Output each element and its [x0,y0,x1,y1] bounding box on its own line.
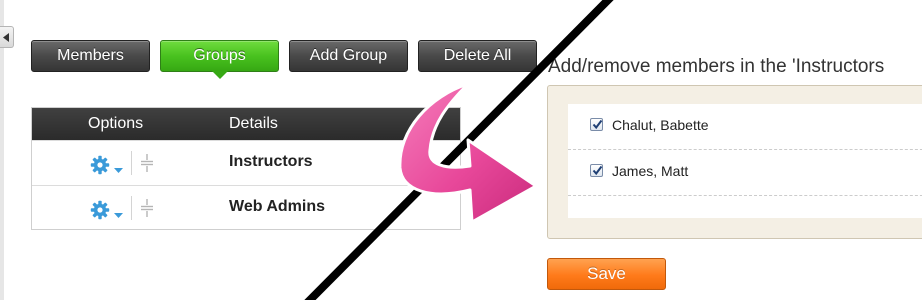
group-name: Web Admins [229,198,326,215]
member-checkbox[interactable] [590,164,603,177]
options-column-header: Options [88,115,144,132]
group-name: Instructors [229,153,313,170]
divider [131,196,132,220]
member-checkbox[interactable] [590,118,603,131]
members-panel: Chalut, Babette James, Matt [547,85,922,239]
table-header: Options Details [32,108,460,140]
chevron-down-icon[interactable] [114,161,123,179]
table-row[interactable]: Instructors [32,140,460,185]
table-row[interactable]: Web Admins [32,185,460,230]
groups-table: Options Details Instructors Web Admins [31,107,461,230]
gear-icon[interactable] [90,155,110,180]
save-button[interactable]: Save [547,258,666,290]
screenshot-stage: Members Groups Add Group Delete All Opti… [0,0,922,300]
checkbox-check-icon [592,165,603,176]
details-column-header: Details [229,115,278,132]
members-list: Chalut, Babette James, Matt [568,104,922,218]
members-button[interactable]: Members [31,40,150,72]
add-group-button[interactable]: Add Group [289,40,408,72]
member-name: Chalut, Babette [612,117,709,133]
gear-icon[interactable] [90,200,110,225]
member-name: James, Matt [612,163,689,179]
drag-handle-icon[interactable] [140,154,154,177]
panel-heading: Add/remove members in the 'Instructors [548,56,885,77]
collapse-tab[interactable] [0,26,14,48]
list-item[interactable]: James, Matt [568,150,922,196]
drag-handle-icon[interactable] [140,199,154,222]
delete-all-button[interactable]: Delete All [418,40,537,72]
list-item[interactable]: Chalut, Babette [568,104,922,150]
checkbox-check-icon [592,119,603,130]
chevron-down-icon[interactable] [114,206,123,224]
divider [131,151,132,175]
groups-button[interactable]: Groups [160,40,279,79]
